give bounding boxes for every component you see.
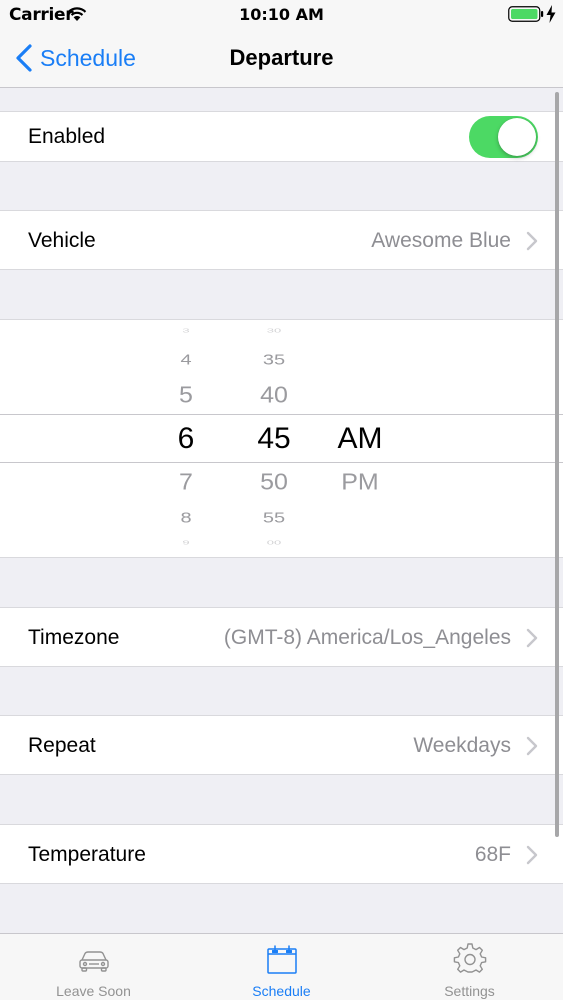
period-wheel[interactable]: AM PM xyxy=(328,320,392,557)
tab-bar: Leave Soon Schedule Settings xyxy=(0,933,563,1000)
hour-edge-value: 9 xyxy=(182,539,190,546)
tab-schedule-label: Schedule xyxy=(252,983,311,999)
period-option: PM xyxy=(341,469,379,495)
minute-wheel[interactable]: 30 35 40 45 50 55 00 xyxy=(240,320,308,557)
temperature-label: Temperature xyxy=(28,843,146,866)
temperature-row[interactable]: Temperature 68F xyxy=(0,824,563,884)
timezone-label: Timezone xyxy=(28,626,120,649)
minute-option: 40 xyxy=(260,382,288,408)
repeat-row[interactable]: Repeat Weekdays xyxy=(0,715,563,775)
hour-selected: 6 xyxy=(177,422,195,455)
chevron-right-icon xyxy=(526,628,538,648)
chevron-right-icon xyxy=(526,845,538,865)
page-title: Departure xyxy=(229,45,334,70)
status-time: 10:10 AM xyxy=(239,5,324,24)
tab-settings[interactable]: Settings xyxy=(376,934,563,1000)
departure-time-picker[interactable]: 3 4 5 6 7 8 9 30 35 40 45 50 55 00 AM PM xyxy=(0,319,563,558)
vehicle-row[interactable]: Vehicle Awesome Blue xyxy=(0,210,563,270)
temperature-value: 68F xyxy=(474,843,511,866)
status-bar: Carrier 10:10 AM xyxy=(0,0,563,30)
chevron-right-icon xyxy=(526,231,538,251)
vehicle-label: Vehicle xyxy=(28,229,96,252)
hour-option: 4 xyxy=(180,352,192,368)
timezone-row[interactable]: Timezone (GMT-8) America/Los_Angeles xyxy=(0,607,563,667)
tab-leave-soon[interactable]: Leave Soon xyxy=(0,934,187,1000)
enabled-toggle[interactable] xyxy=(469,116,538,158)
minute-option: 55 xyxy=(262,510,286,526)
scroll-indicator[interactable] xyxy=(555,92,559,837)
hour-option: 8 xyxy=(180,510,192,526)
hour-option: 5 xyxy=(179,382,193,408)
car-icon xyxy=(78,951,109,972)
minute-edge-value: 00 xyxy=(266,539,282,546)
minute-option: 50 xyxy=(260,469,288,495)
charging-bolt-icon xyxy=(546,5,556,23)
hour-edge-value: 3 xyxy=(182,327,190,334)
minute-selected: 45 xyxy=(257,422,291,455)
navigation-bar: Schedule Departure xyxy=(0,30,563,88)
tab-settings-label: Settings xyxy=(444,983,495,999)
hour-wheel[interactable]: 3 4 5 6 7 8 9 xyxy=(158,320,214,557)
vehicle-value: Awesome Blue xyxy=(371,229,511,252)
chevron-right-icon xyxy=(526,736,538,756)
tab-schedule[interactable]: Schedule xyxy=(188,934,375,1000)
repeat-label: Repeat xyxy=(28,734,96,757)
departure-screen: Carrier 10:10 AM Schedule Departure Enab… xyxy=(0,0,563,1000)
minute-edge-value: 30 xyxy=(266,327,282,334)
toggle-knob xyxy=(498,118,536,156)
battery-icon xyxy=(508,6,544,22)
timezone-value: (GMT-8) America/Los_Angeles xyxy=(223,626,511,649)
calendar-icon xyxy=(266,945,297,974)
enabled-label: Enabled xyxy=(28,125,106,148)
tab-leave-soon-label: Leave Soon xyxy=(56,983,131,999)
gear-icon xyxy=(453,943,486,973)
enabled-row: Enabled xyxy=(0,111,563,162)
minute-option: 35 xyxy=(262,352,286,368)
hour-option: 7 xyxy=(179,469,193,495)
period-selected: AM xyxy=(337,422,383,455)
repeat-value: Weekdays xyxy=(413,734,511,757)
